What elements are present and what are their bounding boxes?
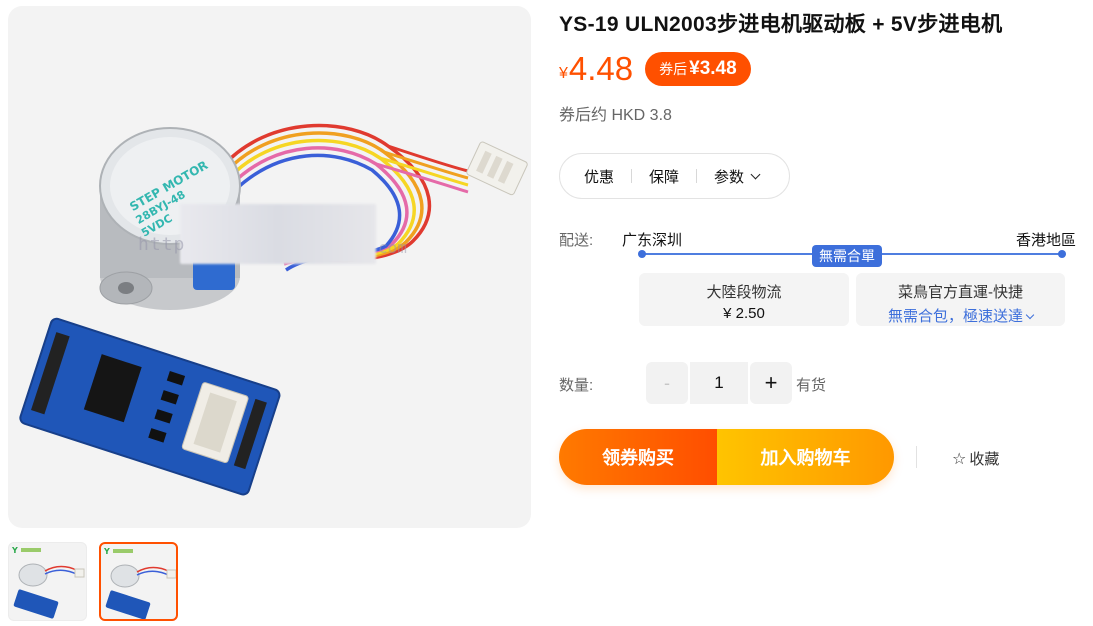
stock-status: 有货 <box>796 377 827 394</box>
image-watermark: http <box>138 234 186 255</box>
thumbnail-2[interactable]: Y <box>99 542 178 621</box>
ship-to: 香港地區 <box>1016 232 1077 249</box>
thumbnail-image: Y <box>11 546 85 619</box>
favorite-button[interactable]: ☆ 收藏 <box>952 448 999 469</box>
tab-guarantee[interactable]: 保障 <box>649 166 679 187</box>
info-tabs: 优惠 保障 参数 <box>559 153 790 199</box>
hkd-estimate: 券后约 HKD 3.8 <box>559 107 672 124</box>
chevron-down-icon <box>1025 310 1035 320</box>
official-shipping-desc-row: 無需合包，極速送達 <box>856 305 1065 326</box>
add-to-cart-button[interactable]: 加入购物车 <box>717 429 894 485</box>
official-shipping-desc: 無需合包，極速送達 <box>887 308 1023 325</box>
tab-label: 优惠 <box>584 168 615 186</box>
buy-now-button[interactable]: 领券购买 <box>559 429 717 485</box>
chevron-down-icon <box>750 169 761 179</box>
product-photo: STEP MOTOR 28BYJ-48 5VDC <box>19 123 528 496</box>
official-shipping-title: 菜鳥官方直運-快捷 <box>898 284 1023 301</box>
quantity-label: 数量: <box>559 377 594 394</box>
favorite-label: 收藏 <box>969 451 1000 468</box>
thumbnail-image: Y <box>103 547 176 619</box>
coupon-prefix: 券后 <box>659 61 688 77</box>
price-row: ¥ 4.48 券后 ¥3.48 <box>559 50 751 88</box>
tab-divider <box>696 169 698 183</box>
official-shipping[interactable]: 菜鳥官方直運-快捷 無需合包，極速送達 <box>856 273 1065 326</box>
thumbnail-1[interactable]: Y <box>8 542 87 621</box>
route-start-dot <box>638 250 646 258</box>
purchase-buttons: 领券购买 加入购物车 <box>559 429 894 485</box>
quantity-input[interactable]: 1 <box>690 362 748 404</box>
price-value: 4.48 <box>568 50 634 87</box>
mainland-logistics-fee: ¥ 2.50 <box>723 305 765 322</box>
image-watermark-suffix: com <box>378 238 407 257</box>
action-divider <box>916 446 917 468</box>
thumbnail-strip: Y Y <box>8 542 178 621</box>
decrement-button[interactable]: - <box>646 362 688 404</box>
tab-divider <box>631 169 633 183</box>
no-merge-badge: 無需合單 <box>812 245 882 267</box>
shipping-label: 配送: <box>559 232 594 249</box>
ship-from: 广东深圳 <box>622 232 683 249</box>
mainland-logistics-title: 大陸段物流 <box>706 284 782 301</box>
blurred-region <box>180 204 376 264</box>
svg-text:Y: Y <box>11 546 18 555</box>
coupon-price: ¥3.48 <box>689 58 737 79</box>
product-title: YS-19 ULN2003步进电机驱动板 + 5V步进电机 <box>559 13 1003 36</box>
mainland-logistics: 大陸段物流 ¥ 2.50 <box>639 273 849 326</box>
tab-params[interactable]: 参数 <box>714 166 761 187</box>
coupon-price-badge[interactable]: 券后 ¥3.48 <box>645 52 751 86</box>
quantity-stepper: - 1 + <box>646 362 792 404</box>
tab-discount[interactable]: 优惠 <box>584 166 614 187</box>
tab-label: 参数 <box>714 168 745 186</box>
main-product-image[interactable]: STEP MOTOR 28BYJ-48 5VDC http com <box>8 6 531 528</box>
increment-button[interactable]: + <box>750 362 792 404</box>
svg-text:Y: Y <box>103 547 110 556</box>
star-icon: ☆ <box>952 450 967 468</box>
tab-label: 保障 <box>649 168 680 186</box>
route-end-dot <box>1058 250 1066 258</box>
price-currency: ¥ <box>559 65 568 82</box>
